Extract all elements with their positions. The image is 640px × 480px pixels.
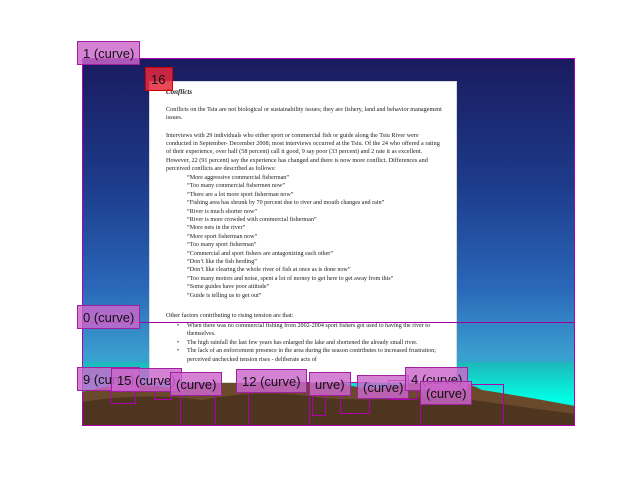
curve-fragment-label: urve) bbox=[309, 372, 351, 396]
curve-fragment-label: (curve) bbox=[357, 375, 410, 399]
curve-fragment-label: (curve) bbox=[170, 372, 223, 396]
curve-box bbox=[312, 394, 326, 416]
curve-16-label: 16 bbox=[145, 67, 173, 91]
curve-12-label: 12 (curve) bbox=[236, 369, 307, 393]
curve-0-label: 0 (curve) bbox=[77, 305, 141, 329]
curve-fragment-label: (curve) bbox=[420, 381, 473, 405]
curve-1-label: 1 (curve) bbox=[77, 41, 141, 65]
curve-0-line bbox=[82, 322, 575, 323]
